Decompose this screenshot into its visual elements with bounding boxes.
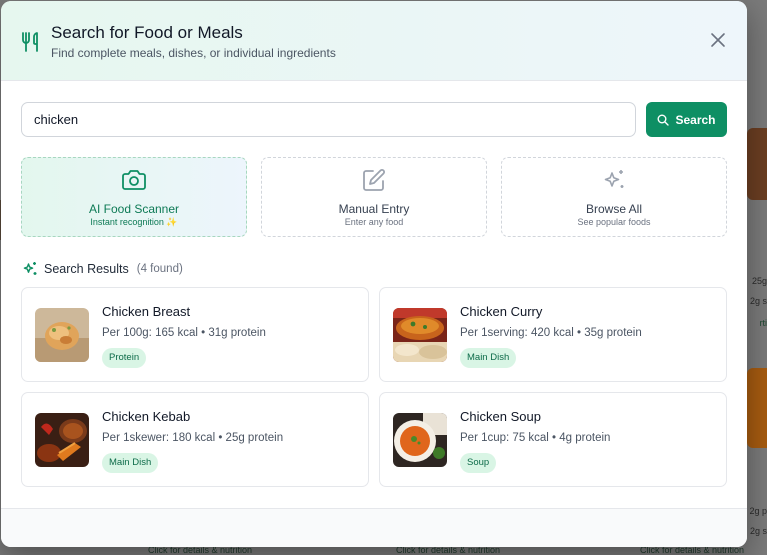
background-snippet-2: 2g s [749, 296, 767, 306]
food-name: Chicken Breast [102, 304, 191, 319]
food-nutrition: Per 100g: 165 kcal • 31g protein [102, 327, 266, 339]
ai-food-scanner-card[interactable]: AI Food Scanner Instant recognition ✨ [21, 157, 247, 237]
food-name: Chicken Curry [460, 304, 543, 319]
category-badge: Soup [460, 453, 497, 473]
option-subtitle: Enter any food [344, 217, 404, 227]
food-name: Chicken Soup [460, 409, 541, 424]
food-nutrition: Per 1cup: 75 kcal • 4g protein [460, 432, 611, 444]
camera-icon [122, 170, 146, 190]
search-button[interactable]: Search [646, 102, 727, 137]
results-count: (4 found) [136, 263, 183, 275]
search-input[interactable] [21, 102, 636, 137]
food-image [393, 413, 447, 467]
sparkles-icon [23, 262, 37, 275]
food-nutrition: Per 1skewer: 180 kcal • 25g protein [102, 432, 284, 444]
food-result-card[interactable]: Chicken Kebab Per 1skewer: 180 kcal • 25… [21, 392, 369, 487]
food-result-card[interactable]: Chicken Breast Per 100g: 165 kcal • 31g … [21, 287, 369, 382]
option-title: AI Food Scanner [88, 202, 180, 216]
category-badge: Protein [102, 348, 147, 368]
food-nutrition: Per 1serving: 420 kcal • 35g protein [460, 327, 642, 339]
modal-subtitle: Find complete meals, dishes, or individu… [51, 46, 336, 60]
search-icon [657, 114, 670, 126]
food-image [393, 308, 447, 362]
modal-header: Search for Food or Meals Find complete m… [1, 1, 747, 81]
results-title: Search Results [44, 262, 129, 276]
background-snippet-4: 2g p [749, 506, 767, 516]
modal-title: Search for Food or Meals [51, 23, 243, 42]
background-thumb-2 [747, 368, 767, 448]
modal-footer [1, 508, 747, 547]
category-badge: Main Dish [102, 453, 159, 473]
browse-all-card[interactable]: Browse All See popular foods [501, 157, 727, 237]
category-badge: Main Dish [460, 348, 517, 368]
close-icon[interactable] [709, 31, 727, 49]
background-thumb-1 [747, 128, 767, 200]
food-image [35, 413, 89, 467]
background-right-column: 25g 2g s rti 2g p 2g s [745, 0, 767, 555]
sparkles-icon [604, 170, 624, 188]
option-title: Browse All [585, 202, 643, 216]
utensils-icon [22, 32, 38, 52]
background-snippet-1: 25g [751, 276, 767, 286]
option-subtitle: See popular foods [577, 217, 651, 227]
results-header: Search Results (4 found) [22, 259, 183, 279]
manual-entry-card[interactable]: Manual Entry Enter any food [261, 157, 487, 237]
food-result-card[interactable]: Chicken Soup Per 1cup: 75 kcal • 4g prot… [379, 392, 727, 487]
food-search-modal: Search for Food or Meals Find complete m… [1, 1, 747, 547]
background-snippet-3: rti [759, 318, 767, 328]
food-image [35, 308, 89, 362]
option-subtitle: Instant recognition ✨ [90, 217, 178, 227]
search-row: Search [21, 102, 727, 138]
option-title: Manual Entry [338, 202, 410, 216]
edit-icon [363, 169, 385, 191]
food-name: Chicken Kebab [102, 409, 191, 424]
background-snippet-5: 2g s [749, 526, 767, 536]
food-result-card[interactable]: Chicken Curry Per 1serving: 420 kcal • 3… [379, 287, 727, 382]
search-button-label: Search [675, 112, 716, 127]
